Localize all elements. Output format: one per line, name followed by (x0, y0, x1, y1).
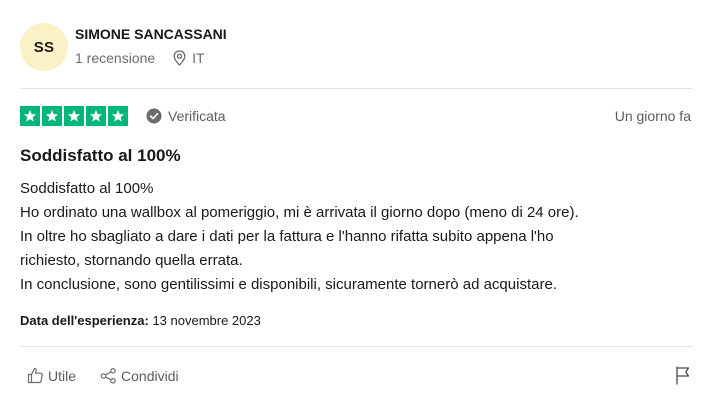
review-line: Ho ordinato una wallbox al pomeriggio, m… (20, 204, 579, 221)
share-button[interactable]: Condividi (100, 367, 179, 384)
divider-bottom (20, 346, 693, 347)
useful-button[interactable]: Utile (27, 367, 76, 384)
reviewer-meta: 1 recensione IT (75, 50, 205, 66)
verified-badge[interactable]: Verificata (146, 108, 226, 124)
star-icon (108, 106, 128, 126)
verified-label: Verificata (168, 108, 226, 124)
star-icon (64, 106, 84, 126)
thumbs-up-icon (27, 367, 43, 384)
review-line: In oltre ho sbagliato a dare i dati per … (20, 228, 554, 245)
review-body: Soddisfatto al 100% Ho ordinato una wall… (20, 177, 700, 297)
location-pin-icon (173, 50, 186, 66)
review-line: richiesto, stornando quella errata. (20, 252, 243, 269)
star-icon (42, 106, 62, 126)
rating-row: Verificata Un giorno fa (20, 106, 691, 126)
action-bar: Utile Condividi (27, 367, 203, 384)
avatar: SS (20, 23, 68, 71)
report-flag-button[interactable] (675, 366, 691, 390)
review-line: Soddisfatto al 100% (20, 180, 154, 197)
share-icon (100, 367, 116, 384)
reviewer-country: IT (173, 50, 205, 66)
experience-value: 13 novembre 2023 (152, 313, 261, 328)
review-line: In conclusione, sono gentilissimi e disp… (20, 276, 557, 293)
flag-icon (676, 366, 690, 385)
star-icon (20, 106, 40, 126)
check-circle-icon (146, 108, 162, 124)
divider-top (20, 88, 693, 89)
useful-label: Utile (48, 367, 77, 384)
star-icon (86, 106, 106, 126)
reviewer-name[interactable]: SIMONE SANCASSANI (75, 26, 227, 42)
star-rating (20, 106, 128, 126)
experience-date: Data dell'esperienza: 13 novembre 2023 (20, 313, 261, 328)
review-title[interactable]: Soddisfatto al 100% (20, 146, 181, 166)
share-label: Condividi (121, 367, 179, 384)
experience-label: Data dell'esperienza: (20, 313, 149, 328)
country-code: IT (192, 50, 205, 66)
review-count: 1 recensione (75, 50, 156, 66)
date-posted: Un giorno fa (614, 108, 691, 124)
